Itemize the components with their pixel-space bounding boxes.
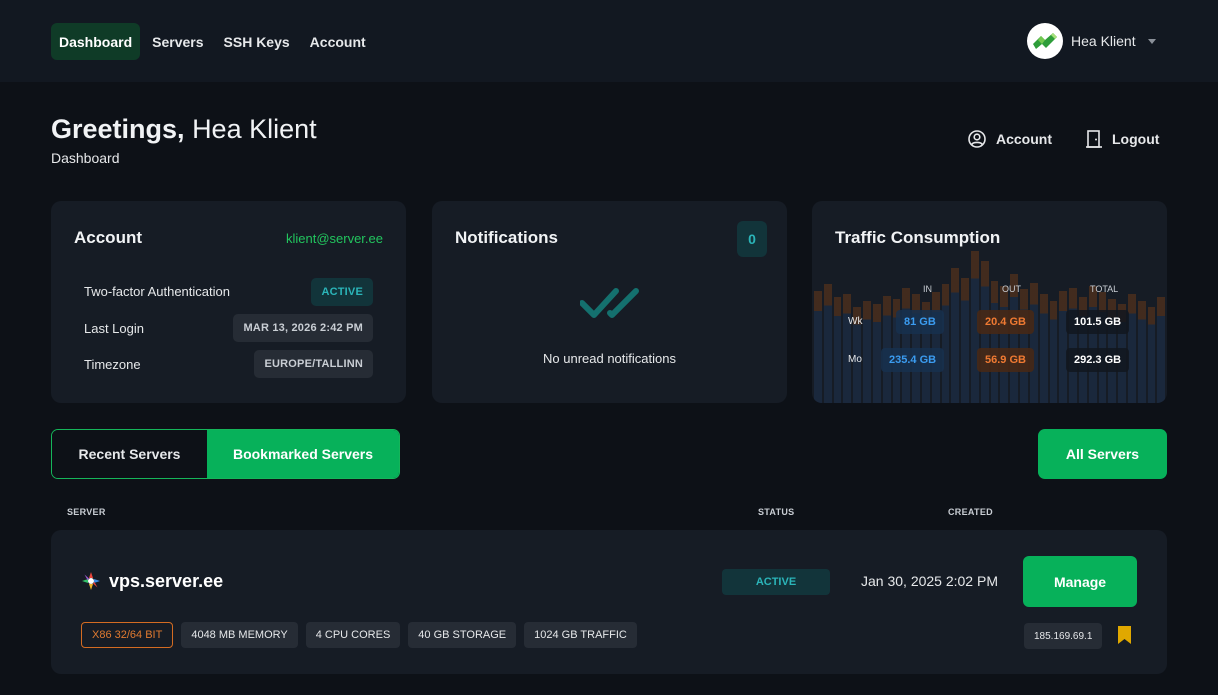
logout-button[interactable]: Logout <box>1086 130 1159 148</box>
twofa-label: Two-factor Authentication <box>84 284 230 299</box>
double-check-icon <box>580 288 639 318</box>
status-badge: ACTIVE <box>722 569 830 595</box>
logout-label: Logout <box>1112 131 1160 147</box>
user-name: Hea Klient <box>1071 33 1136 49</box>
last-login-label: Last Login <box>84 321 144 336</box>
nav-account[interactable]: Account <box>302 23 374 60</box>
twofa-status-badge: ACTIVE <box>311 278 373 306</box>
column-header-status: STATUS <box>758 507 795 517</box>
nav-ssh-keys[interactable]: SSH Keys <box>216 23 298 60</box>
notification-count-badge[interactable]: 0 <box>737 221 767 257</box>
traffic-card: Traffic Consumption IN OUT TOTAL Wk 81 G… <box>812 201 1167 403</box>
tab-bookmarked-servers[interactable]: Bookmarked Servers <box>207 430 399 478</box>
server-specs: X86 32/64 BIT 4048 MB MEMORY 4 CPU CORES… <box>81 622 637 648</box>
traffic-month-out: 56.9 GB <box>977 348 1034 372</box>
traffic-col-out: OUT <box>1002 284 1021 294</box>
traffic-row-week-label: Wk <box>848 316 863 327</box>
traffic-month-in: 235.4 GB <box>881 348 945 372</box>
top-navbar: Dashboard Servers SSH Keys Account Hea K… <box>0 0 1218 82</box>
all-servers-button[interactable]: All Servers <box>1038 429 1167 479</box>
nav-servers[interactable]: Servers <box>144 23 211 60</box>
traffic-col-total: TOTAL <box>1090 284 1119 294</box>
timezone-label: Timezone <box>84 357 141 372</box>
empty-notifications-message: No unread notifications <box>543 351 676 366</box>
column-header-server: SERVER <box>67 507 106 517</box>
traffic-week-total: 101.5 GB <box>1066 310 1130 334</box>
traffic-month-total: 292.3 GB <box>1066 348 1130 372</box>
created-date: Jan 30, 2025 2:02 PM <box>861 573 998 589</box>
server-tabs: Recent Servers Bookmarked Servers <box>51 429 400 479</box>
traffic-row-month-label: Mo <box>848 354 862 365</box>
server-ip[interactable]: 185.169.69.1 <box>1024 623 1103 649</box>
header-actions: Account Logout <box>968 130 1193 148</box>
breadcrumb: Dashboard <box>51 150 120 166</box>
server-name-link[interactable]: vps.server.ee <box>109 571 223 592</box>
main-nav: Dashboard Servers SSH Keys Account <box>51 23 378 60</box>
header-account-label: Account <box>996 131 1052 147</box>
caret-down-icon <box>1147 38 1156 44</box>
page-title: Greetings, Hea Klient <box>51 114 317 145</box>
spec-architecture: X86 32/64 BIT <box>81 622 174 648</box>
traffic-card-title: Traffic Consumption <box>835 228 1001 247</box>
traffic-week-out: 20.4 GB <box>977 310 1034 334</box>
column-header-created: CREATED <box>948 507 993 517</box>
user-menu[interactable]: Hea Klient <box>1027 23 1156 59</box>
spec-cpu: 4 CPU CORES <box>305 622 401 648</box>
account-card-title: Account <box>74 228 142 247</box>
timezone-value: EUROPE/TALLINN <box>254 350 373 378</box>
server-logo-icon <box>82 572 100 590</box>
greeting-user-name: Hea Klient <box>192 114 317 144</box>
last-login-value: MAR 13, 2026 2:42 PM <box>233 314 373 342</box>
tab-recent-servers[interactable]: Recent Servers <box>52 430 207 478</box>
bookmark-icon[interactable] <box>1118 626 1131 644</box>
header-account-link[interactable]: Account <box>968 130 1052 148</box>
manage-button[interactable]: Manage <box>1023 556 1137 607</box>
account-email[interactable]: klient@server.ee <box>286 231 383 246</box>
greeting-text: Greetings, <box>51 114 185 144</box>
nav-dashboard[interactable]: Dashboard <box>51 23 141 60</box>
spec-traffic: 1024 GB TRAFFIC <box>524 622 637 648</box>
traffic-col-in: IN <box>923 284 932 294</box>
avatar-logo-icon <box>1033 33 1057 49</box>
notifications-card: Notifications 0 No unread notifications <box>432 201 787 403</box>
account-card: Account klient@server.ee Two-factor Auth… <box>51 201 406 403</box>
avatar <box>1027 23 1063 59</box>
notifications-card-title: Notifications <box>455 228 558 247</box>
spec-memory: 4048 MB MEMORY <box>181 622 298 648</box>
traffic-week-in: 81 GB <box>896 310 944 334</box>
user-circle-icon <box>968 130 986 148</box>
table-row: vps.server.ee ACTIVE Jan 30, 2025 2:02 P… <box>51 530 1167 674</box>
spec-storage: 40 GB STORAGE <box>408 622 517 648</box>
logout-door-icon <box>1086 130 1102 148</box>
